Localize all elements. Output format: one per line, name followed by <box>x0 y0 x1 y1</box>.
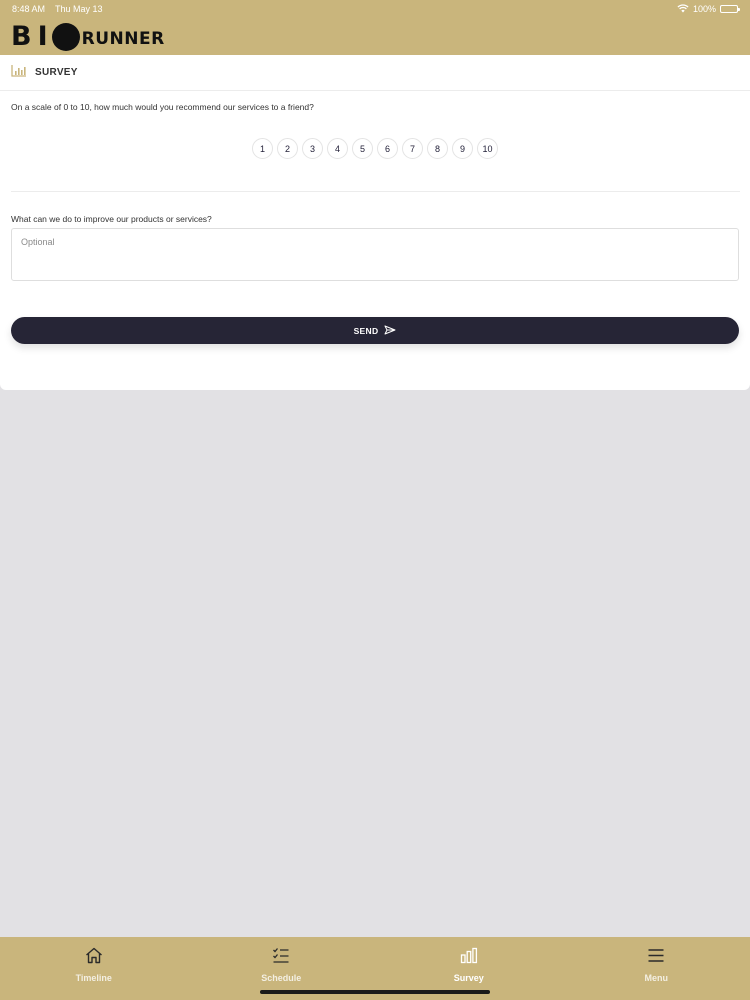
rating-option-9[interactable]: 9 <box>452 138 473 159</box>
status-bar: 8:48 AM Thu May 13 100% <box>0 0 750 18</box>
tab-survey-label: Survey <box>453 973 484 983</box>
send-button-label: SEND <box>353 325 379 336</box>
rating-option-6[interactable]: 6 <box>377 138 398 159</box>
rating-option-4[interactable]: 4 <box>327 138 348 159</box>
rating-option-5[interactable]: 5 <box>352 138 373 159</box>
improve-question: What can we do to improve our products o… <box>11 214 212 224</box>
menu-icon <box>647 947 665 969</box>
rating-option-7[interactable]: 7 <box>402 138 423 159</box>
wifi-icon <box>677 3 689 15</box>
logo-o-circle <box>51 22 80 51</box>
tab-menu[interactable]: Menu <box>563 937 750 1000</box>
send-button[interactable]: SEND <box>11 317 739 344</box>
home-indicator <box>260 990 490 994</box>
recommend-question: On a scale of 0 to 10, how much would yo… <box>11 102 314 112</box>
send-icon <box>384 323 396 338</box>
survey-bar-chart-icon <box>11 64 27 82</box>
rating-option-3[interactable]: 3 <box>302 138 323 159</box>
feedback-input[interactable] <box>11 228 739 281</box>
logo-text-runner: RUNNER <box>81 28 165 49</box>
rating-scale: 1 2 3 4 5 6 7 8 9 10 <box>252 138 498 159</box>
status-time: 8:48 AM <box>12 4 46 14</box>
survey-title: SURVEY <box>35 67 78 78</box>
brand-logo: BI RUNNER <box>11 21 165 52</box>
tab-timeline[interactable]: Timeline <box>0 937 188 1000</box>
battery-icon <box>720 5 740 13</box>
home-icon <box>85 947 103 969</box>
logo-text-bio: BI <box>11 21 54 52</box>
survey-card-header: SURVEY <box>0 55 750 91</box>
section-divider <box>11 191 740 192</box>
survey-card: SURVEY On a scale of 0 to 10, how much w… <box>0 55 750 390</box>
rating-option-8[interactable]: 8 <box>427 138 448 159</box>
rating-option-1[interactable]: 1 <box>252 138 273 159</box>
bar-chart-icon <box>460 947 478 969</box>
app-header: BI RUNNER <box>0 18 750 55</box>
checklist-icon <box>272 947 290 969</box>
battery-percent: 100% <box>692 4 716 14</box>
rating-option-2[interactable]: 2 <box>277 138 298 159</box>
tab-menu-label: Menu <box>644 973 669 983</box>
rating-option-10[interactable]: 10 <box>477 138 498 159</box>
tab-schedule-label: Schedule <box>261 973 302 983</box>
tab-timeline-label: Timeline <box>75 973 112 983</box>
status-date: Thu May 13 <box>55 4 103 14</box>
